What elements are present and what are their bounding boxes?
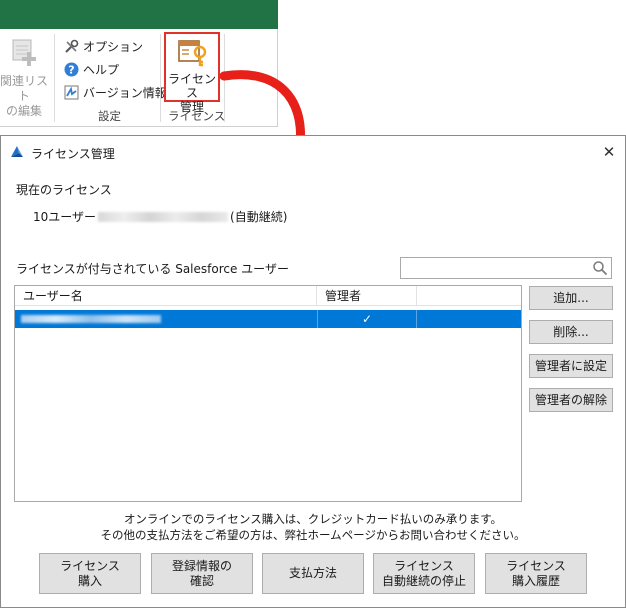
svg-text:?: ?: [68, 63, 74, 76]
help-icon: ?: [64, 62, 79, 76]
option-label: オプション: [83, 39, 144, 54]
payment-method-button[interactable]: 支払方法: [262, 553, 364, 594]
ribbon-group-license-label: ライセンス: [168, 109, 226, 123]
payment-notice: オンラインでのライセンス購入は、クレジットカード払いのみ承ります。 その他の支払…: [1, 511, 625, 543]
column-header-admin[interactable]: 管理者: [317, 286, 417, 306]
close-button[interactable]: ✕: [597, 140, 621, 164]
payment-notice-line-1: オンラインでのライセンス購入は、クレジットカード払いのみ承ります。: [123, 512, 503, 526]
current-license-value: 10ユーザー (自動継続): [33, 208, 287, 225]
version-info-label: バージョン情報: [83, 85, 167, 100]
version-info-button[interactable]: バージョン情報: [64, 83, 167, 101]
version-info-icon: [64, 85, 79, 99]
purchase-history-button[interactable]: ライセンス 購入履歴: [485, 553, 587, 594]
related-list-edit-label-1: 関連リスト: [0, 74, 49, 103]
user-search-input[interactable]: [400, 257, 612, 279]
ribbon-separator: [160, 34, 161, 122]
dialog-title-bar: ライセンス管理 ✕: [1, 136, 625, 168]
dialog-title: ライセンス管理: [31, 147, 115, 161]
license-management-label-1: ライセンス: [167, 72, 216, 100]
list-header: ユーザー名 管理者: [15, 286, 521, 306]
column-header-user-name[interactable]: ユーザー名: [15, 286, 317, 306]
ribbon-group-settings-label: 設定: [98, 109, 121, 123]
stop-auto-renew-label-2: 自動継続の停止: [381, 573, 466, 588]
option-button[interactable]: オプション: [64, 37, 143, 55]
confirm-registration-label-2: 確認: [189, 573, 214, 588]
purchase-license-label-1: ライセンス: [60, 558, 120, 573]
help-label: ヘルプ: [83, 62, 120, 77]
current-license-suffix: (自動継続): [230, 210, 288, 224]
licensed-users-label: ライセンスが付与されている Salesforce ユーザー: [16, 262, 289, 276]
related-list-edit-icon: [12, 39, 36, 66]
ribbon-separator: [54, 34, 55, 122]
purchase-history-label-1: ライセンス: [506, 558, 566, 573]
purchase-license-label-2: 購入: [77, 573, 102, 588]
unset-admin-button[interactable]: 管理者の解除: [529, 388, 613, 412]
redacted-license-name: [98, 211, 229, 222]
current-license-label: 現在のライセンス: [16, 183, 112, 197]
payment-notice-line-2: その他の支払方法をご希望の方は、弊社ホームページからお問い合わせください。: [100, 528, 526, 542]
set-admin-button[interactable]: 管理者に設定: [529, 354, 613, 378]
delete-button[interactable]: 削除...: [529, 320, 613, 344]
confirm-registration-label-1: 登録情報の: [171, 558, 232, 573]
payment-method-label: 支払方法: [288, 566, 337, 580]
license-key-icon: [178, 40, 207, 67]
stop-auto-renew-label-1: ライセンス: [394, 558, 454, 573]
table-row[interactable]: ✓: [15, 310, 521, 328]
license-management-dialog: ライセンス管理 ✕ 現在のライセンス 10ユーザー (自動継続) ライセンスが付…: [0, 135, 626, 608]
search-icon: [593, 261, 608, 276]
related-list-edit-label-2: の編集: [5, 104, 42, 118]
ribbon-title-band: [0, 0, 278, 29]
licensed-users-list[interactable]: ユーザー名 管理者 ✓: [14, 285, 522, 502]
help-button[interactable]: ? ヘルプ: [64, 60, 119, 78]
purchase-history-label-2: 購入履歴: [511, 573, 560, 588]
add-button[interactable]: 追加...: [529, 286, 613, 310]
admin-check-icon: ✓: [317, 310, 417, 328]
tools-icon: [65, 39, 79, 53]
license-management-button[interactable]: ライセンス 管理: [164, 32, 220, 114]
related-list-edit-button[interactable]: 関連リスト の編集: [0, 34, 49, 118]
app-logo-icon: [11, 146, 23, 157]
current-license-prefix: 10ユーザー: [33, 210, 97, 224]
confirm-registration-button[interactable]: 登録情報の 確認: [151, 553, 253, 594]
purchase-license-button[interactable]: ライセンス 購入: [39, 553, 141, 594]
stop-auto-renew-button[interactable]: ライセンス 自動継続の停止: [373, 553, 475, 594]
redacted-user-name: [21, 315, 161, 323]
